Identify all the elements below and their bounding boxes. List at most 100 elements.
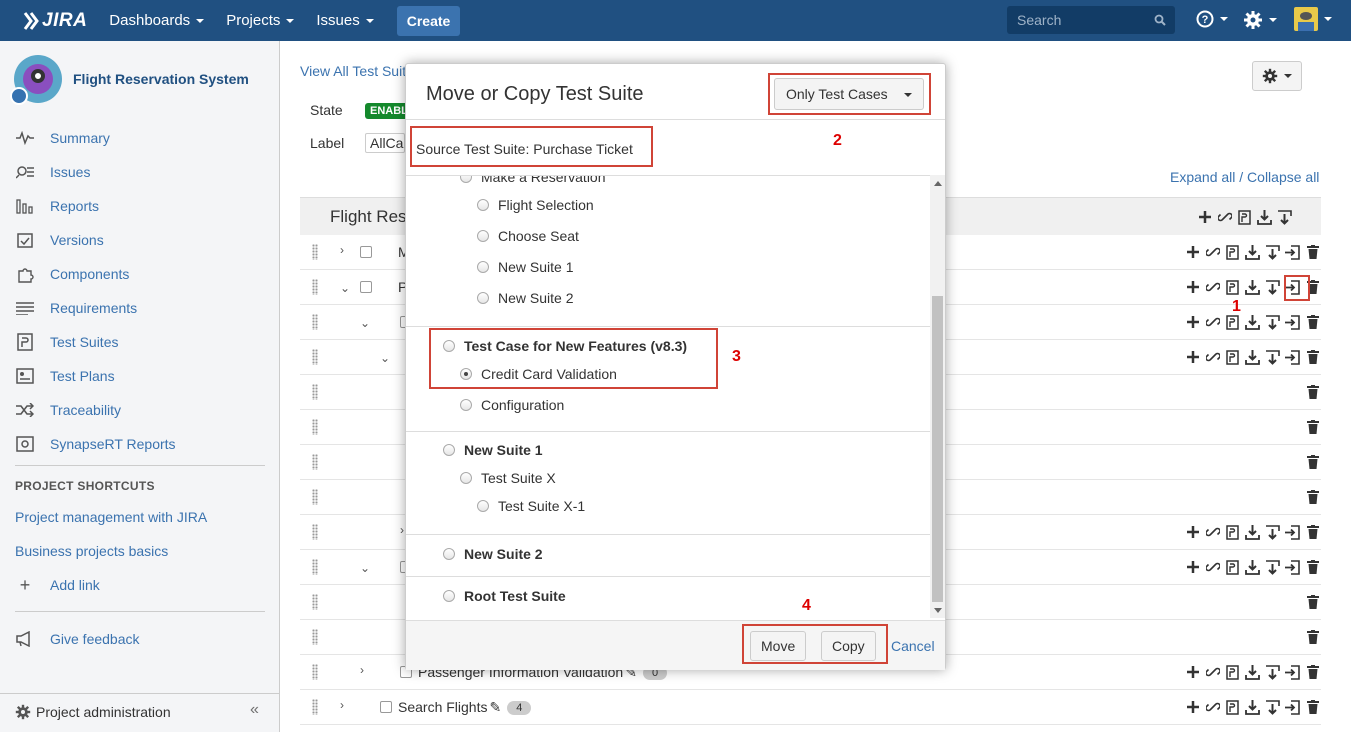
move-icon[interactable] — [1284, 523, 1301, 541]
chevron-right-icon[interactable]: › — [340, 243, 344, 257]
drag-handle-icon[interactable] — [312, 664, 318, 680]
import-icon[interactable] — [1276, 208, 1293, 226]
tools-settings-button[interactable] — [1252, 61, 1302, 91]
move-icon[interactable] — [1284, 313, 1301, 331]
tree-node-new-suite-2[interactable]: New Suite 2 — [443, 546, 543, 562]
add-icon[interactable] — [1184, 558, 1201, 576]
link-icon[interactable] — [1204, 243, 1221, 261]
sidebar-item-components[interactable]: Components — [15, 263, 265, 285]
trash-icon[interactable] — [1304, 453, 1321, 471]
tree-node-new-suite-1-child[interactable]: New Suite 1 — [477, 259, 573, 275]
trash-icon[interactable] — [1304, 558, 1321, 576]
table-row[interactable]: › Search Flights ✎ 4 — [300, 690, 1321, 725]
chevron-right-icon[interactable]: › — [340, 698, 344, 712]
radio-button[interactable] — [443, 548, 455, 560]
trash-icon[interactable] — [1304, 418, 1321, 436]
sidebar-item-requirements[interactable]: Requirements — [15, 297, 265, 319]
shortcut-business-projects[interactable]: Business projects basics — [15, 543, 168, 559]
add-icon[interactable] — [1184, 278, 1201, 296]
radio-button[interactable] — [477, 500, 489, 512]
test-suite-icon[interactable] — [1236, 208, 1253, 226]
row-checkbox[interactable] — [360, 281, 372, 293]
link-icon[interactable] — [1204, 698, 1221, 716]
label-select[interactable]: AllCa — [365, 133, 405, 153]
drag-handle-icon[interactable] — [312, 314, 318, 330]
link-icon[interactable] — [1204, 558, 1221, 576]
drag-handle-icon[interactable] — [312, 594, 318, 610]
chevron-right-icon[interactable]: › — [400, 523, 404, 537]
test-suite-icon[interactable] — [1224, 348, 1241, 366]
add-icon[interactable] — [1184, 698, 1201, 716]
test-suite-icon[interactable] — [1224, 558, 1241, 576]
test-suite-icon[interactable] — [1224, 523, 1241, 541]
drag-handle-icon[interactable] — [312, 419, 318, 435]
tree-node-root-test-suite[interactable]: Root Test Suite — [443, 588, 566, 604]
project-header[interactable]: Flight Reservation System — [10, 55, 249, 105]
import-icon[interactable] — [1264, 348, 1281, 366]
shortcut-project-management[interactable]: Project management with JIRA — [15, 509, 207, 525]
import-icon[interactable] — [1264, 243, 1281, 261]
drag-handle-icon[interactable] — [312, 489, 318, 505]
row-checkbox[interactable] — [360, 246, 372, 258]
link-icon[interactable] — [1204, 523, 1221, 541]
move-icon[interactable] — [1284, 243, 1301, 261]
test-suite-icon[interactable] — [1224, 663, 1241, 681]
row-title[interactable]: Search Flights ✎ 4 — [398, 699, 532, 716]
link-icon[interactable] — [1204, 348, 1221, 366]
drag-handle-icon[interactable] — [312, 384, 318, 400]
download-icon[interactable] — [1244, 278, 1261, 296]
download-icon[interactable] — [1244, 313, 1261, 331]
link-icon[interactable] — [1204, 278, 1221, 296]
link-icon[interactable] — [1216, 208, 1233, 226]
download-icon[interactable] — [1244, 523, 1261, 541]
trash-icon[interactable] — [1304, 488, 1321, 506]
project-administration-link[interactable]: Project administration — [15, 704, 171, 720]
trash-icon[interactable] — [1304, 628, 1321, 646]
sidebar-item-test-plans[interactable]: Test Plans — [15, 365, 265, 387]
sidebar-item-reports[interactable]: Reports — [15, 195, 265, 217]
import-icon[interactable] — [1264, 698, 1281, 716]
download-icon[interactable] — [1244, 698, 1261, 716]
user-menu[interactable] — [1294, 7, 1332, 31]
radio-button[interactable] — [443, 444, 455, 456]
add-icon[interactable] — [1184, 313, 1201, 331]
settings-menu[interactable] — [1243, 10, 1277, 30]
radio-button[interactable] — [460, 176, 472, 183]
drag-handle-icon[interactable] — [312, 559, 318, 575]
tree-node-new-suite-2-child[interactable]: New Suite 2 — [477, 290, 573, 306]
chevron-down-icon[interactable]: ⌄ — [360, 561, 370, 575]
add-link-button[interactable]: + Add link — [15, 574, 265, 596]
move-icon[interactable] — [1284, 698, 1301, 716]
trash-icon[interactable] — [1304, 523, 1321, 541]
sidebar-item-traceability[interactable]: Traceability — [15, 399, 265, 421]
link-icon[interactable] — [1204, 663, 1221, 681]
drag-handle-icon[interactable] — [312, 524, 318, 540]
chevron-right-icon[interactable]: › — [360, 663, 364, 677]
download-icon[interactable] — [1244, 663, 1261, 681]
scroll-thumb[interactable] — [932, 296, 943, 602]
chevron-down-icon[interactable]: ⌄ — [340, 281, 350, 295]
test-suite-icon[interactable] — [1224, 278, 1241, 296]
tree-node-make-a-reservation[interactable]: Make a Reservation — [460, 176, 606, 185]
download-icon[interactable] — [1244, 558, 1261, 576]
import-icon[interactable] — [1264, 523, 1281, 541]
import-icon[interactable] — [1264, 663, 1281, 681]
add-icon[interactable] — [1184, 523, 1201, 541]
radio-button[interactable] — [477, 230, 489, 242]
radio-button[interactable] — [477, 261, 489, 273]
tree-node-test-suite-x-1[interactable]: Test Suite X-1 — [477, 498, 585, 514]
dashboards-menu[interactable]: Dashboards — [109, 12, 205, 29]
radio-button[interactable] — [460, 399, 472, 411]
search-input[interactable]: Search — [1007, 6, 1175, 34]
drag-handle-icon[interactable] — [312, 279, 318, 295]
sidebar-item-test-suites[interactable]: Test Suites — [15, 331, 265, 353]
test-suite-icon[interactable] — [1224, 698, 1241, 716]
projects-menu[interactable]: Projects — [226, 12, 295, 29]
tree-node-flight-selection[interactable]: Flight Selection — [477, 197, 594, 213]
chevron-down-icon[interactable]: ⌄ — [360, 316, 370, 330]
breadcrumb[interactable]: View All Test Suites — [300, 63, 421, 79]
tree-node-choose-seat[interactable]: Choose Seat — [477, 228, 579, 244]
sidebar-item-summary[interactable]: Summary — [15, 127, 265, 149]
give-feedback-button[interactable]: Give feedback — [15, 628, 265, 650]
tree-node-new-suite-1[interactable]: New Suite 1 — [443, 442, 543, 458]
